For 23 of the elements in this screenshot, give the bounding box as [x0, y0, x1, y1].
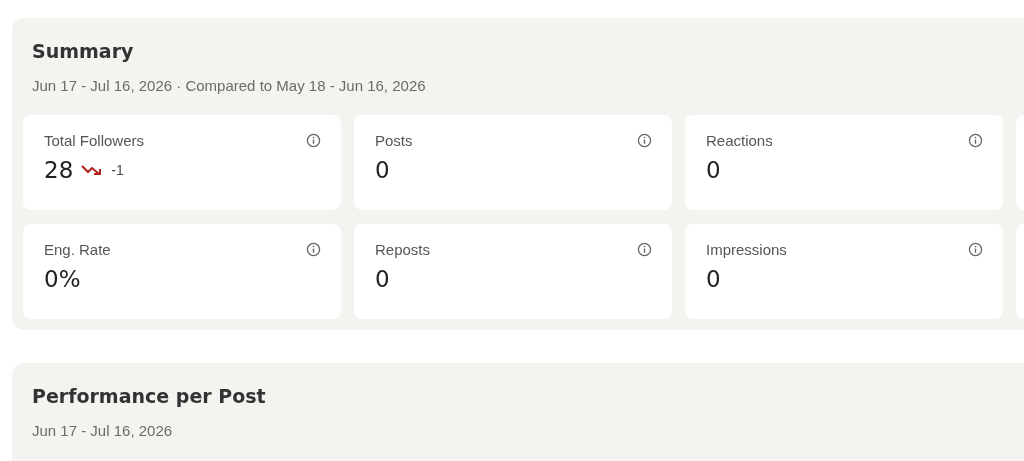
metric-value: 28 [44, 157, 74, 183]
info-icon[interactable] [306, 242, 321, 257]
metric-value: 0 [375, 266, 390, 292]
info-icon[interactable] [637, 133, 652, 148]
date-range: Jun 17 - Jul 16, 2026 · Compared to May 18 - Jun 16, 2026 [32, 77, 427, 95]
section-title: Performance per Post [32, 384, 267, 409]
metric-label: Total Followers [44, 132, 145, 149]
info-icon[interactable] [968, 242, 983, 257]
metric-label: Reposts [375, 241, 431, 258]
metric-value: 0 [375, 157, 390, 183]
date-range: Jun 17 - Jul 16, 2026 [32, 422, 174, 440]
info-icon[interactable] [968, 133, 983, 148]
metric-value: 0 [706, 157, 721, 183]
metric-value: 0% [44, 266, 81, 292]
metric-label: Reactions [706, 132, 773, 149]
info-icon[interactable] [637, 242, 652, 257]
metric-label: Eng. Rate [44, 241, 111, 258]
section-title: Summary [32, 39, 135, 64]
info-icon[interactable] [306, 133, 321, 148]
metric-label: Impressions [706, 241, 787, 258]
metric-change: -1 [111, 162, 124, 178]
metric-value: 0 [706, 266, 721, 292]
metric-label: Posts [375, 132, 413, 149]
